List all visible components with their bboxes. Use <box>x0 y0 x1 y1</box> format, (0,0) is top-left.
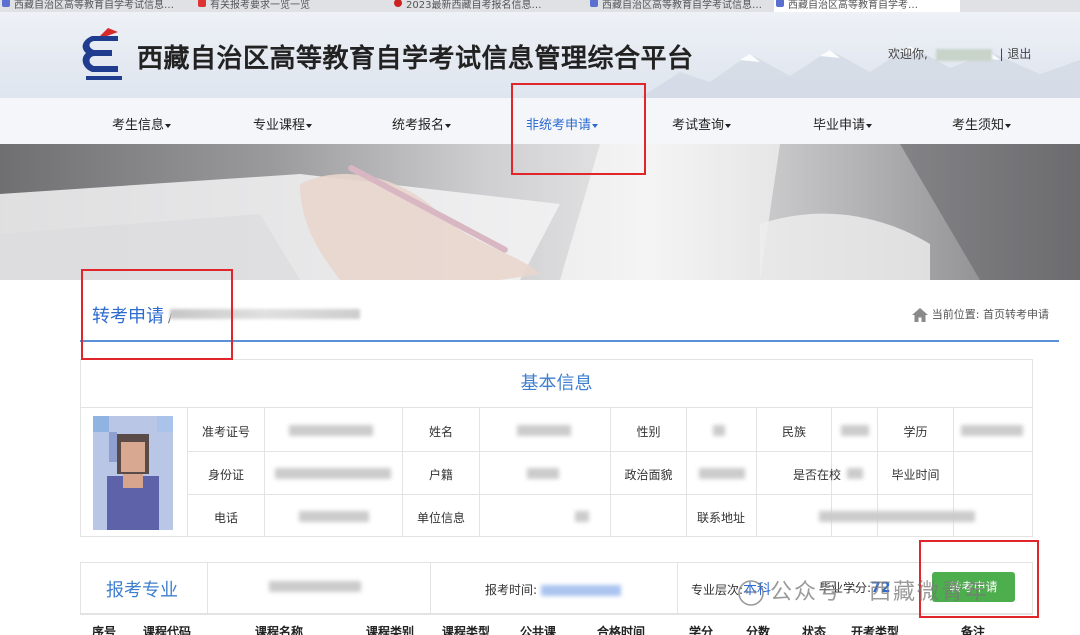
value-redacted <box>841 425 869 436</box>
value-redacted <box>275 468 391 479</box>
nav-item-unified-exam[interactable]: 统考报名 <box>392 114 452 133</box>
annotation-box-title <box>81 269 233 360</box>
browser-tab-active[interactable]: 西藏自治区高等教育自学考… <box>774 0 960 12</box>
caret-down-icon <box>1005 123 1012 128</box>
student-photo <box>93 416 173 530</box>
column-header: 开考类型 <box>851 625 900 635</box>
label-household: 户籍 <box>428 468 453 482</box>
caret-down-icon <box>306 123 313 128</box>
label-employer: 单位信息 <box>416 511 465 525</box>
column-header: 状态 <box>802 625 827 635</box>
value-redacted <box>299 511 369 522</box>
course-table-header: 序号 课程代码 课程名称 课程类别 课程类型 公共课 合格时间 学分 分数 状态… <box>80 614 1033 635</box>
site-logo-icon <box>82 28 122 80</box>
label-gender: 性别 <box>636 425 661 439</box>
value-redacted <box>575 511 589 522</box>
browser-tab[interactable]: 2023最新西藏自考报名信息… <box>392 0 582 12</box>
column-header: 公共课 <box>520 625 557 635</box>
column-header: 备注 <box>961 625 986 635</box>
value-redacted <box>517 425 571 436</box>
grid-line <box>677 563 678 613</box>
value-redacted <box>289 425 373 436</box>
user-area: 欢迎你, | 退出 <box>888 45 1031 62</box>
grid-line <box>187 494 1033 495</box>
column-header: 课程类别 <box>366 625 415 635</box>
column-header: 分数 <box>746 625 771 635</box>
wechat-icon <box>738 580 764 606</box>
nav-item-major-courses[interactable]: 专业课程 <box>253 114 313 133</box>
grid-line <box>430 563 431 613</box>
browser-tab[interactable]: 西藏自治区高等教育自学考试信息… <box>588 0 768 12</box>
basic-info-title: 基本信息 <box>81 360 1032 408</box>
label-grad-time: 毕业时间 <box>891 468 940 482</box>
user-separator: | <box>999 47 1004 61</box>
welcome-text: 欢迎你, <box>888 47 928 61</box>
browser-tab[interactable]: 有关报考要求一览一览 <box>196 0 386 12</box>
value-redacted <box>527 468 559 479</box>
browser-tab-strip: 西藏自治区高等教育自学考试信息… 有关报考要求一览一览 2023最新西藏自考报名… <box>0 0 1080 12</box>
label-ethnicity: 民族 <box>781 425 806 439</box>
label-id-card: 身份证 <box>207 468 244 482</box>
breadcrumb: 当前位置: 首页转考申请 <box>911 306 1049 322</box>
logout-link[interactable]: 退出 <box>1007 47 1031 61</box>
nav-item-graduation[interactable]: 毕业申请 <box>813 114 873 133</box>
grid-line <box>187 451 1033 452</box>
grid-line <box>207 563 208 613</box>
column-header: 序号 <box>92 625 117 635</box>
site-favicon-icon <box>198 0 206 7</box>
browser-tab[interactable]: 西藏自治区高等教育自学考试信息… <box>0 0 190 12</box>
caret-down-icon <box>866 123 873 128</box>
grid-line <box>479 408 480 537</box>
caret-down-icon <box>165 123 172 128</box>
mountain-backdrop <box>640 46 1080 98</box>
site-favicon-icon <box>394 0 402 7</box>
home-icon <box>911 308 928 322</box>
label-political: 政治面貌 <box>624 468 673 482</box>
value-redacted <box>847 468 863 479</box>
value-redacted <box>819 511 975 522</box>
student-photo-image <box>93 416 173 530</box>
value-redacted <box>699 468 745 479</box>
exam-time: 报考时间: <box>485 581 621 598</box>
nav-item-notice[interactable]: 考生须知 <box>952 114 1012 133</box>
annotation-box-nav <box>511 83 646 175</box>
basic-info-panel: 基本信息 准考证号 姓名 性别 民族 学历 身份证 户籍 政治面貌 是否在校 毕… <box>80 359 1033 537</box>
major-title: 报考专业 <box>106 580 178 601</box>
label-admission-no: 准考证号 <box>201 425 250 439</box>
label-phone: 电话 <box>213 511 238 525</box>
column-header: 学分 <box>689 625 714 635</box>
site-favicon-icon <box>590 0 598 7</box>
column-header: 课程类型 <box>442 625 491 635</box>
value-redacted <box>961 425 1023 436</box>
column-header: 课程代码 <box>143 625 192 635</box>
caret-down-icon <box>445 123 452 128</box>
site-favicon-icon <box>2 0 10 7</box>
grid-line <box>264 408 265 537</box>
column-header: 课程名称 <box>255 625 304 635</box>
username-redacted <box>935 48 992 61</box>
major-name-redacted <box>269 581 361 592</box>
column-header: 合格时间 <box>597 625 646 635</box>
caret-down-icon <box>725 123 732 128</box>
site-favicon-icon <box>776 0 784 7</box>
nav-item-exam-query[interactable]: 考试查询 <box>672 114 732 133</box>
nav-item-student-info[interactable]: 考生信息 <box>112 114 172 133</box>
site-title: 西藏自治区高等教育自学考试信息管理综合平台 <box>137 44 694 74</box>
wechat-watermark: 公众号 · 西藏微青年 <box>738 574 989 606</box>
label-name: 姓名 <box>428 425 453 439</box>
exam-time-redacted <box>540 585 621 596</box>
label-address: 联系地址 <box>696 511 745 525</box>
label-education: 学历 <box>903 425 928 439</box>
value-redacted <box>713 425 725 436</box>
